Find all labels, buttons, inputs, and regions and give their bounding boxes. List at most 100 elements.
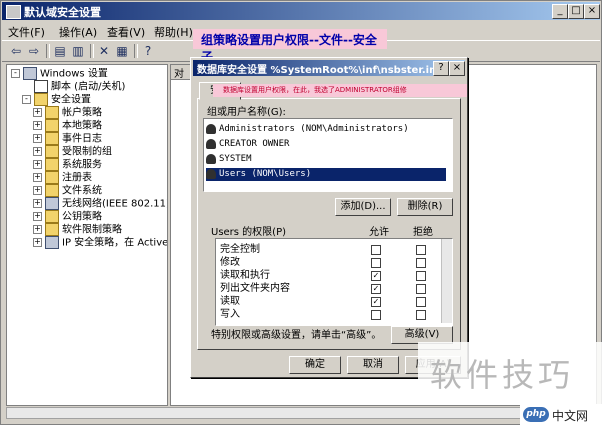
menu-help[interactable]: 帮助(H) (154, 24, 193, 40)
allow-checkbox[interactable] (371, 310, 381, 320)
allow-checkbox[interactable]: ✓ (371, 271, 381, 281)
tree-node[interactable]: - 安全设置 (22, 93, 91, 106)
logo-text: 中文网 (552, 409, 589, 423)
expand-icon[interactable]: + (33, 147, 42, 156)
deny-checkbox[interactable] (416, 271, 426, 281)
minimize-button[interactable]: _ (552, 4, 568, 19)
tree-node-label: 注册表 (62, 172, 92, 184)
user-name: Administrators (NOM\Administrators) (219, 124, 409, 134)
expand-icon[interactable]: + (33, 134, 42, 143)
group-or-user-label: 组或用户名称(G): (207, 107, 286, 118)
expand-icon[interactable]: + (33, 186, 42, 195)
expand-icon[interactable]: + (33, 173, 42, 182)
folder-icon (34, 93, 48, 106)
deny-checkbox[interactable] (416, 245, 426, 255)
tree-node-label: 软件限制策略 (62, 224, 122, 236)
expand-icon[interactable]: + (33, 225, 42, 234)
tree-node[interactable]: 脚本 (启动/关机) (22, 80, 125, 93)
expand-icon[interactable]: + (33, 238, 42, 247)
folder-icon (45, 171, 59, 184)
user-group-icon (206, 138, 216, 149)
toolbar-separator (134, 44, 138, 58)
user-list-item[interactable]: Users (NOM\Users) (206, 168, 446, 181)
permission-list: 完全控制 修改 读取和执行 ✓ 列出文件夹内容 ✓ 读取 ✓ 写入 (215, 238, 453, 326)
folder-icon (45, 132, 59, 145)
permission-name: 读取和执行 (220, 270, 270, 281)
tree-node-label: IP 安全策略，在 Active (62, 237, 168, 249)
tree-node-label: 公钥策略 (62, 211, 102, 223)
user-list[interactable]: Administrators (NOM\Administrators) CREAT… (203, 118, 453, 192)
user-name: SYSTEM (219, 154, 252, 164)
tree-node[interactable]: + 公钥策略 (33, 210, 102, 223)
dialog-close-button[interactable]: × (449, 61, 465, 76)
user-list-item[interactable]: CREATOR OWNER (206, 138, 446, 151)
delete-icon[interactable]: ✕ (96, 44, 112, 58)
menu-action[interactable]: 操作(A) (59, 24, 97, 40)
allow-checkbox[interactable]: ✓ (371, 284, 381, 294)
allow-checkbox[interactable] (371, 258, 381, 268)
title-bar: 默认域安全设置 _ □ × (2, 2, 600, 20)
console-tree[interactable]: - Windows 设置 脚本 (启动/关机) - 安全设置 + 帐户策略 + 本地策略 + 事件日… (6, 64, 168, 406)
tree-node[interactable]: + 注册表 (33, 171, 92, 184)
ok-button[interactable]: 确定 (289, 356, 341, 374)
watermark-text: 软件技巧 (430, 356, 575, 394)
user-list-item[interactable]: SYSTEM (206, 153, 446, 166)
menu-file[interactable]: 文件(F) (8, 24, 45, 40)
collapse-icon[interactable]: - (11, 69, 20, 78)
tree-node[interactable]: + 系统服务 (33, 158, 102, 171)
folder-icon (45, 119, 59, 132)
user-name: Users (NOM\Users) (219, 169, 312, 179)
expand-icon[interactable]: + (33, 212, 42, 221)
close-button[interactable]: × (584, 4, 600, 19)
user-list-item[interactable]: Administrators (NOM\Administrators) (206, 123, 446, 136)
expand-icon[interactable]: + (33, 199, 42, 208)
tree-node[interactable]: - Windows 设置 (11, 67, 108, 80)
security-dialog: 数据库安全设置 %SystemRoot%\inf\nsbster.inf ? ×… (190, 57, 468, 378)
dialog-title-bar: 数据库安全设置 %SystemRoot%\inf\nsbster.inf ? × (193, 60, 465, 76)
document-icon (34, 80, 48, 93)
permission-list-scrollbar[interactable] (441, 239, 452, 323)
back-arrow-icon[interactable]: ⇦ (8, 44, 24, 58)
expand-icon[interactable]: + (33, 121, 42, 130)
deny-checkbox[interactable] (416, 284, 426, 294)
deny-checkbox[interactable] (416, 310, 426, 320)
horizontal-scrollbar[interactable] (6, 407, 597, 419)
forward-arrow-icon[interactable]: ⇨ (26, 44, 42, 58)
dialog-title: 数据库安全设置 %SystemRoot%\inf\nsbster.inf (197, 65, 441, 76)
remove-button[interactable]: 删除(R) (397, 198, 453, 216)
tree-node[interactable]: + 事件日志 (33, 132, 102, 145)
folder-icon (45, 106, 59, 119)
deny-checkbox[interactable] (416, 258, 426, 268)
tree-node[interactable]: + 软件限制策略 (33, 223, 122, 236)
add-button[interactable]: 添加(D)... (335, 198, 391, 216)
folder-icon (45, 223, 59, 236)
maximize-button[interactable]: □ (568, 4, 584, 19)
tree-node[interactable]: + 文件系统 (33, 184, 102, 197)
folder-icon (45, 184, 59, 197)
deny-column-label: 拒绝 (413, 227, 433, 238)
folder-icon (45, 158, 59, 171)
help-icon[interactable]: ? (140, 44, 156, 58)
deny-checkbox[interactable] (416, 297, 426, 307)
tree-node[interactable]: + 无线网络(IEEE 802.11)策略 (33, 197, 167, 210)
show-tree-icon[interactable]: ▥ (70, 44, 86, 58)
tree-node[interactable]: + 本地策略 (33, 119, 102, 132)
menu-view[interactable]: 查看(V) (107, 24, 145, 40)
allow-checkbox[interactable] (371, 245, 381, 255)
properties-icon[interactable]: ▦ (114, 44, 130, 58)
tree-node-label: 本地策略 (62, 120, 102, 132)
toolbar-separator (46, 44, 50, 58)
tree-node[interactable]: + 帐户策略 (33, 106, 102, 119)
annotation-note: 数据库设置用户权限，在此，我选了ADMINISTRATOR组修 (213, 84, 467, 97)
collapse-icon[interactable]: - (22, 95, 31, 104)
tree-node-label: 脚本 (启动/关机) (51, 81, 126, 93)
expand-icon[interactable]: + (33, 108, 42, 117)
tree-node[interactable]: + IP 安全策略，在 Active (33, 236, 168, 249)
user-name: CREATOR OWNER (219, 139, 290, 149)
tree-node[interactable]: + 受限制的组 (33, 145, 112, 158)
up-folder-icon[interactable]: ▤ (52, 44, 68, 58)
allow-checkbox[interactable]: ✓ (371, 297, 381, 307)
dialog-help-button[interactable]: ? (433, 61, 449, 76)
expand-icon[interactable]: + (33, 160, 42, 169)
cancel-button[interactable]: 取消 (347, 356, 399, 374)
